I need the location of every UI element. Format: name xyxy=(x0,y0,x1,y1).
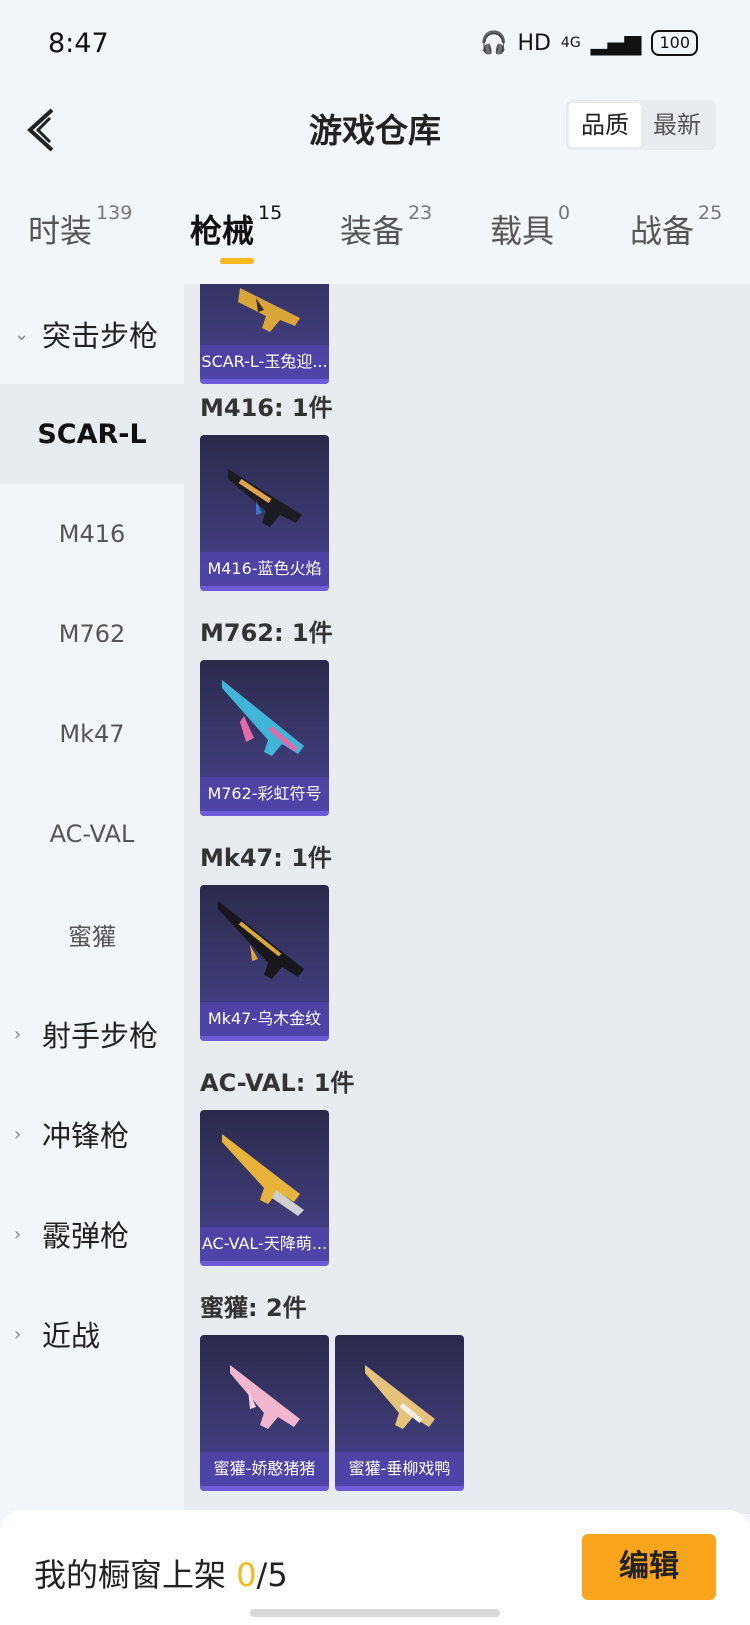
weapon-card-honey-badger-gold[interactable]: 蜜獾-垂柳戏鸭 xyxy=(335,1335,464,1491)
showcase-bar: 我的橱窗上架 0/5 编辑 xyxy=(0,1510,750,1625)
weapon-card-honey-badger-pink[interactable]: 蜜獾-娇憨猪猪 xyxy=(200,1335,329,1491)
group-label-honey-badger: 蜜獾: 2件 xyxy=(200,1294,307,1322)
sidebar-category-label: 霰弹枪 xyxy=(42,1219,130,1253)
weapon-image-icon xyxy=(218,901,304,979)
sidebar-category-label: 突击步枪 xyxy=(42,319,159,353)
weapon-card-caption: 蜜獾-娇憨猪猪 xyxy=(200,1452,329,1486)
weapon-image-icon xyxy=(230,1365,300,1429)
tab-vehicles[interactable]: 载具 0 xyxy=(490,202,570,252)
signal-label: 4G xyxy=(560,35,581,51)
group-label-ac-val: AC-VAL: 1件 xyxy=(200,1069,355,1097)
tab-supplies[interactable]: 战备 25 xyxy=(630,202,722,252)
weapon-card-caption: M416-蓝色火焰 xyxy=(200,552,329,586)
weapon-card-caption: M762-彩虹符号 xyxy=(200,777,329,811)
battery-icon: 100 xyxy=(651,30,698,56)
category-tabs: 时装 139 枪械 15 装备 23 载具 0 战备 25 xyxy=(0,200,750,280)
sidebar-category-assault-rifle[interactable]: ⌄ 突击步枪 xyxy=(14,284,158,384)
weapon-image-icon xyxy=(228,469,302,527)
sidebar-category-melee[interactable]: › 近战 xyxy=(14,1284,100,1384)
weapon-image-icon xyxy=(238,288,300,332)
sidebar-item-mk47[interactable]: Mk47 xyxy=(0,684,184,784)
tab-count: 23 xyxy=(408,202,433,224)
showcase-label: 我的橱窗上架 0/5 xyxy=(34,1550,288,1596)
status-time: 8:47 xyxy=(48,28,109,59)
tab-active-indicator xyxy=(220,258,254,264)
header: 游戏仓库 品质 最新 xyxy=(0,90,750,170)
group-label-mk47: Mk47: 1件 xyxy=(200,844,332,872)
sidebar-item-scar-l[interactable]: SCAR-L xyxy=(0,384,184,484)
sidebar-category-shotgun[interactable]: › 霰弹枪 xyxy=(14,1184,129,1284)
tab-count: 0 xyxy=(558,202,571,224)
tab-count: 139 xyxy=(96,202,133,224)
showcase-label-text: 我的橱窗上架 xyxy=(34,1556,237,1594)
headphone-icon: 🎧 xyxy=(480,30,508,56)
weapon-list: SCAR-L-玉兔迎... M416: 1件 M416-蓝色火焰 M762: 1… xyxy=(184,284,750,1514)
tab-count: 25 xyxy=(698,202,723,224)
sort-option-newest[interactable]: 最新 xyxy=(641,103,713,147)
signal-bars-icon: ▂▄▆ xyxy=(590,30,642,56)
weapon-image-icon xyxy=(365,1365,435,1429)
weapon-image-icon xyxy=(222,680,304,756)
chevron-right-icon: › xyxy=(14,1123,22,1145)
sidebar-item-ac-val[interactable]: AC-VAL xyxy=(0,784,184,884)
chevron-right-icon: › xyxy=(14,1223,22,1245)
tab-label: 战备 xyxy=(630,212,695,250)
sidebar-category-smg[interactable]: › 冲锋枪 xyxy=(14,1084,129,1184)
weapon-sidebar: ⌄ 突击步枪 SCAR-L M416 M762 Mk47 AC-VAL 蜜獾 ›… xyxy=(0,284,184,1514)
showcase-total: /5 xyxy=(256,1556,288,1594)
tab-count: 15 xyxy=(258,202,283,224)
sidebar-category-label: 冲锋枪 xyxy=(42,1119,130,1153)
tab-guns[interactable]: 枪械 15 xyxy=(190,202,282,252)
weapon-image-icon xyxy=(222,1134,304,1216)
weapon-card-caption: AC-VAL-天降萌... xyxy=(200,1227,329,1261)
chevron-right-icon: › xyxy=(14,1023,22,1045)
sidebar-item-m762[interactable]: M762 xyxy=(0,584,184,684)
tab-label: 载具 xyxy=(490,212,555,250)
sidebar-category-label: 近战 xyxy=(42,1319,101,1353)
status-bar: 8:47 🎧 HD 4G ▂▄▆ 100 xyxy=(0,0,750,90)
home-indicator[interactable] xyxy=(250,1609,500,1617)
weapon-card-caption: Mk47-乌木金纹 xyxy=(200,1002,329,1036)
showcase-count: 0 xyxy=(236,1556,257,1594)
status-icons: 🎧 HD 4G ▂▄▆ 100 xyxy=(480,30,698,56)
edit-button[interactable]: 编辑 xyxy=(582,1534,716,1600)
weapon-card-caption: 蜜獾-垂柳戏鸭 xyxy=(335,1452,464,1486)
weapon-card-m762[interactable]: M762-彩虹符号 xyxy=(200,660,329,816)
tab-label: 枪械 xyxy=(190,212,255,250)
sidebar-category-marksman-rifle[interactable]: › 射手步枪 xyxy=(14,984,158,1084)
sidebar-item-m416[interactable]: M416 xyxy=(0,484,184,584)
tab-fashion[interactable]: 时装 139 xyxy=(28,202,132,252)
weapon-card-m416[interactable]: M416-蓝色火焰 xyxy=(200,435,329,591)
tab-equipment[interactable]: 装备 23 xyxy=(340,202,432,252)
sort-option-quality[interactable]: 品质 xyxy=(569,103,641,147)
weapon-card-caption: SCAR-L-玉兔迎... xyxy=(200,345,329,379)
tab-label: 装备 xyxy=(340,212,405,250)
chevron-down-icon: ⌄ xyxy=(14,323,30,345)
group-label-m762: M762: 1件 xyxy=(200,619,333,647)
weapon-card-ac-val[interactable]: AC-VAL-天降萌... xyxy=(200,1110,329,1266)
sidebar-category-label: 射手步枪 xyxy=(42,1019,159,1053)
weapon-card-mk47[interactable]: Mk47-乌木金纹 xyxy=(200,885,329,1041)
tab-label: 时装 xyxy=(28,212,93,250)
sidebar-item-honey-badger[interactable]: 蜜獾 xyxy=(0,884,184,984)
group-label-m416: M416: 1件 xyxy=(200,394,333,422)
weapon-card-scar-l[interactable]: SCAR-L-玉兔迎... xyxy=(200,284,329,384)
sort-toggle: 品质 最新 xyxy=(566,100,716,150)
chevron-right-icon: › xyxy=(14,1323,22,1345)
network-label: HD xyxy=(517,30,551,56)
